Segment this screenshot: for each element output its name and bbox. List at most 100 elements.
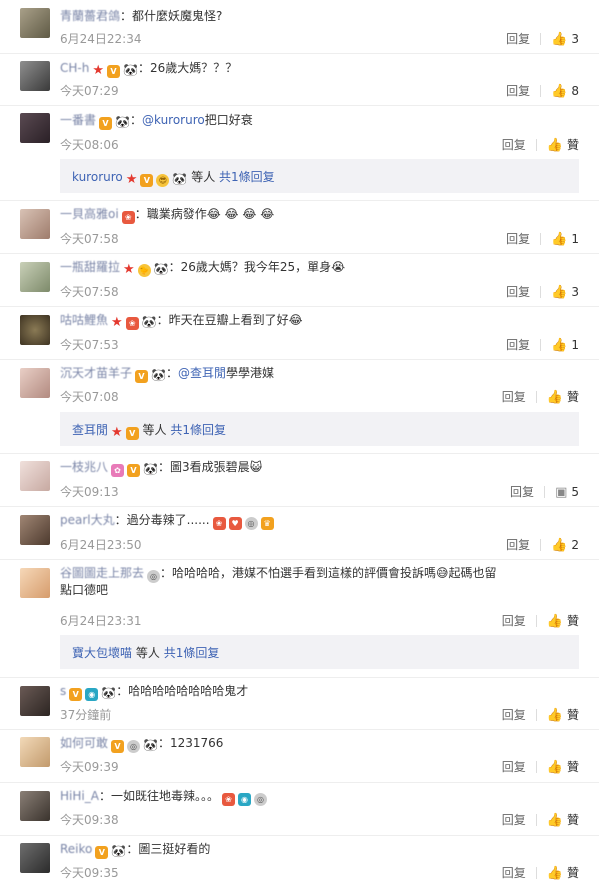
reply-button[interactable]: 回复 [502, 706, 526, 723]
like-count: 贊 [566, 390, 579, 404]
comment-time: 6月24日22:34 [60, 32, 142, 46]
sub-reply-username[interactable]: kuroruro [72, 170, 123, 184]
comment-username[interactable]: 沉天才苗羊子 [60, 366, 132, 380]
divider [544, 486, 546, 498]
sunglasses-icon: 😎 [156, 174, 170, 187]
thumbs-up-icon[interactable]: 👍 [551, 538, 567, 553]
sub-reply-box[interactable]: 查耳閒 ★ V 等人 共1條回复 [60, 412, 579, 446]
panda-icon: 🐼 [143, 462, 158, 476]
avatar[interactable] [20, 843, 50, 873]
sub-reply-box[interactable]: 寶大包壞喵 等人 共1條回复 [60, 635, 579, 669]
reply-button[interactable]: 回复 [502, 136, 526, 153]
avatar[interactable] [20, 113, 50, 143]
flower-badge-icon: ❀ [125, 317, 139, 330]
thumbs-up-icon[interactable]: 👍 [547, 614, 563, 629]
comment-text: 26歲大媽？我今年25，單身😭 [180, 260, 346, 274]
comment-username[interactable]: 如何可敢 [60, 736, 108, 750]
comment-text: 1231766 [169, 736, 224, 750]
thumbs-up-icon[interactable]: 👍 [551, 232, 567, 247]
divider [535, 761, 537, 773]
avatar[interactable] [20, 515, 50, 545]
reply-button[interactable]: 回复 [506, 30, 530, 47]
avatar[interactable] [20, 61, 50, 91]
avatar[interactable] [20, 209, 50, 239]
sub-reply-box[interactable]: kuroruro ★ V 😎 🐼 等人 共1條回复 [60, 159, 579, 193]
avatar[interactable] [20, 315, 50, 345]
comment-username[interactable]: 一瓶甜羅拉 [60, 260, 120, 274]
comment-username[interactable]: Reiko [60, 842, 92, 856]
divider [535, 391, 537, 403]
avatar[interactable] [20, 737, 50, 767]
divider [0, 559, 599, 560]
comment-username[interactable]: HiHi_A [60, 789, 99, 803]
colon: ： [157, 460, 170, 474]
avatar[interactable] [20, 461, 50, 491]
chick-icon: 🐤 [137, 264, 151, 277]
thumbs-up-icon[interactable]: 👍 [547, 760, 563, 775]
reply-button[interactable]: 回复 [502, 612, 526, 629]
avatar[interactable] [20, 568, 50, 598]
reply-button[interactable]: 回复 [502, 388, 526, 405]
comment-text: 一如既往地毒辣。。。 [110, 789, 219, 803]
reply-button[interactable]: 回复 [506, 283, 530, 300]
comment-time: 6月24日23:50 [60, 538, 142, 552]
reply-button[interactable]: 回复 [506, 536, 530, 553]
thumbs-up-icon[interactable]: 👍 [547, 708, 563, 723]
panda-icon: 🐼 [115, 115, 130, 129]
sub-reply-more-link[interactable]: 共1條回复 [164, 646, 220, 660]
comment-username[interactable]: 一貝高雅oi [60, 207, 119, 221]
vip-badge-icon: V [111, 740, 125, 753]
comment-username[interactable]: 谷圖圖走上那去 [60, 566, 144, 580]
avatar[interactable] [20, 368, 50, 398]
like-count: 2 [571, 538, 579, 552]
avatar[interactable] [20, 686, 50, 716]
comment-username[interactable]: 一番書 [60, 113, 96, 127]
comment-username[interactable]: 一枝兆八 [60, 460, 108, 474]
comment-username[interactable]: 青蘭薔君鴿 [60, 9, 120, 23]
reply-button[interactable]: 回复 [502, 864, 526, 881]
comment-time: 今天07:53 [60, 338, 119, 352]
thumbs-up-icon[interactable]: 👍 [547, 813, 563, 828]
reply-button[interactable]: 回复 [506, 230, 530, 247]
avatar[interactable] [20, 8, 50, 38]
avatar[interactable] [20, 791, 50, 821]
comment-username[interactable]: pearl大丸 [60, 513, 115, 527]
sub-reply-more-link[interactable]: 共1條回复 [219, 170, 275, 184]
divider [540, 539, 542, 551]
reply-button[interactable]: 回复 [506, 336, 530, 353]
like-count: 贊 [566, 138, 579, 152]
avatar[interactable] [20, 262, 50, 292]
comment-text: 把口好衰 [204, 113, 253, 127]
camera-icon: ◉ [85, 688, 99, 701]
thumbs-up-icon[interactable]: 👍 [551, 285, 567, 300]
thumbs-up-icon[interactable]: 👍 [547, 138, 563, 153]
sub-reply-suffix: 等人 [135, 646, 160, 660]
thumbs-up-icon[interactable]: 👍 [547, 390, 563, 405]
thumbs-up-icon[interactable]: 👍 [551, 32, 567, 47]
divider [0, 359, 599, 360]
star-badge-icon: ★ [111, 425, 123, 440]
thumbs-up-icon[interactable]: 👍 [547, 866, 563, 881]
thumbs-up-icon[interactable]: 👍 [551, 84, 567, 99]
like-count: 3 [571, 32, 579, 46]
sub-reply-suffix: 等人 [191, 170, 216, 184]
comment-username[interactable]: 咕咕鯉魚 [60, 313, 108, 327]
comment-username[interactable]: CH-h [60, 61, 89, 75]
thumbs-up-icon[interactable]: 👍 [551, 338, 567, 353]
mention-link[interactable]: @kuroruro [142, 113, 205, 127]
comment-username[interactable]: s [60, 684, 66, 698]
reply-button[interactable]: 回复 [502, 758, 526, 775]
sub-reply-username[interactable]: 寶大包壞喵 [72, 646, 132, 660]
vip-badge-icon: V [107, 65, 120, 78]
reply-button[interactable]: 回复 [506, 82, 530, 99]
sub-reply-more-link[interactable]: 共1條回复 [170, 423, 226, 437]
reply-button[interactable]: 回复 [502, 811, 526, 828]
divider [0, 677, 599, 678]
medal-icon: ◎ [127, 740, 141, 753]
reply-button[interactable]: 回复 [510, 483, 534, 500]
sub-reply-username[interactable]: 查耳閒 [72, 423, 108, 437]
image-icon[interactable]: ▣ [555, 485, 567, 500]
mention-link[interactable]: @查耳閒 [178, 366, 226, 380]
vip-badge-icon: V [140, 174, 154, 187]
divider [535, 867, 537, 879]
